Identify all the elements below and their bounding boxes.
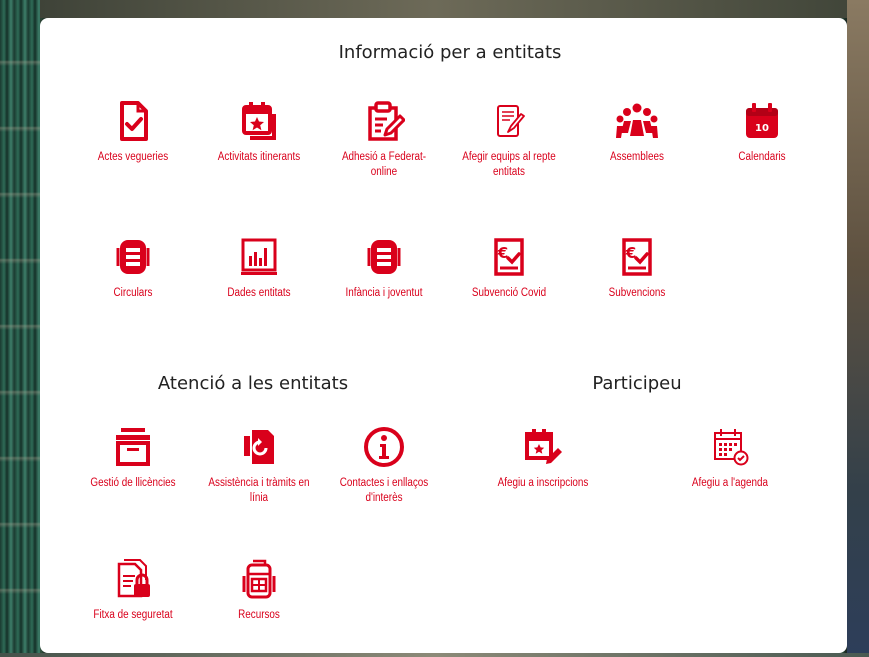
tile-label: Assemblees bbox=[610, 151, 664, 163]
content-panel: Informació per a entitats Actes veguerie… bbox=[40, 18, 847, 653]
tile-afegiu-inscripcions[interactable]: Afegiu a inscripcions bbox=[488, 426, 598, 491]
calendar-10-icon: 10 bbox=[741, 100, 783, 142]
tile-gestio-llicencies[interactable]: Gestió de llicències bbox=[78, 426, 188, 491]
archive-box-icon bbox=[112, 426, 154, 468]
bar-chart-icon bbox=[238, 236, 280, 278]
tile-label: Contactes i enllaços d'interès bbox=[339, 477, 429, 504]
tile-afegir-equips[interactable]: Afegir equips al repte entitats bbox=[454, 100, 564, 180]
tile-label: Afegiu a inscripcions bbox=[497, 477, 589, 489]
tile-infancia-joventut[interactable]: Infància i joventut bbox=[329, 236, 439, 301]
tile-dades-entitats[interactable]: Dades entitats bbox=[204, 236, 314, 301]
tile-fitxa-seguretat[interactable]: Fitxa de seguretat bbox=[78, 558, 188, 623]
tile-activitats-itinerants[interactable]: Activitats itinerants bbox=[204, 100, 314, 165]
info-circle-icon bbox=[363, 426, 405, 468]
background-right bbox=[847, 0, 869, 657]
background-bookshelf-left bbox=[0, 0, 40, 657]
tile-label: Activitats itinerants bbox=[217, 151, 301, 163]
tile-afegiu-agenda[interactable]: Afegiu a l'agenda bbox=[675, 426, 785, 491]
calendar-badge: 10 bbox=[755, 123, 769, 134]
tile-circulars[interactable]: Circulars bbox=[78, 236, 188, 301]
tile-label: Recursos bbox=[238, 609, 280, 621]
clipboard-edit-icon bbox=[363, 100, 405, 142]
group-people-icon bbox=[616, 100, 658, 142]
calendar-edit-icon bbox=[522, 426, 564, 468]
tile-assistencia-tramits[interactable]: Assistència i tràmits en línia bbox=[204, 426, 314, 506]
document-list-icon bbox=[112, 236, 154, 278]
euro-check-icon: € bbox=[488, 236, 530, 278]
document-list-icon bbox=[363, 236, 405, 278]
calendar-check-icon bbox=[709, 426, 751, 468]
tile-label: Afegir equips al repte entitats bbox=[462, 151, 556, 178]
tile-label: Adhesió a Federat-online bbox=[341, 151, 427, 178]
section-title-attention: Atenció a les entitats bbox=[157, 373, 349, 394]
tile-subvencio-covid[interactable]: € Subvenció Covid bbox=[454, 236, 564, 301]
background-top bbox=[0, 0, 869, 18]
tile-label: Circulars bbox=[113, 287, 153, 299]
tile-label: Fitxa de seguretat bbox=[93, 609, 173, 621]
tile-assemblees[interactable]: Assemblees bbox=[582, 100, 692, 165]
calendar-star-icon bbox=[238, 100, 280, 142]
tile-label: Gestió de llicències bbox=[90, 477, 176, 489]
tile-label: Dades entitats bbox=[227, 287, 291, 299]
tile-recursos[interactable]: Recursos bbox=[204, 558, 314, 623]
euro-check-icon: € bbox=[616, 236, 658, 278]
section-title-info: Informació per a entitats bbox=[338, 42, 562, 63]
tile-label: Actes vegueries bbox=[97, 151, 169, 163]
tile-label: Calendaris bbox=[738, 151, 786, 163]
section-title-participate: Participeu bbox=[592, 373, 682, 394]
tile-subvencions[interactable]: € Subvencions bbox=[582, 236, 692, 301]
tile-label: Subvenció Covid bbox=[471, 287, 547, 299]
document-lock-icon bbox=[112, 558, 154, 600]
tile-label: Subvencions bbox=[608, 287, 666, 299]
tile-label: Afegiu a l'agenda bbox=[691, 477, 769, 489]
backpack-icon bbox=[238, 558, 280, 600]
tile-contactes-enllacos[interactable]: Contactes i enllaços d'interès bbox=[329, 426, 439, 506]
tile-adhesio-federat[interactable]: Adhesió a Federat-online bbox=[329, 100, 439, 180]
tile-calendaris[interactable]: 10 Calendaris bbox=[707, 100, 817, 165]
svg-text:€: € bbox=[497, 244, 508, 262]
document-check-icon bbox=[112, 100, 154, 142]
tile-actes-vegueries[interactable]: Actes vegueries bbox=[78, 100, 188, 165]
support-arrow-icon bbox=[238, 426, 280, 468]
svg-text:€: € bbox=[625, 244, 636, 262]
background-bottom bbox=[0, 653, 869, 657]
paper-pen-icon bbox=[488, 100, 530, 142]
tile-label: Infància i joventut bbox=[345, 287, 423, 299]
tile-label: Assistència i tràmits en línia bbox=[208, 477, 310, 504]
